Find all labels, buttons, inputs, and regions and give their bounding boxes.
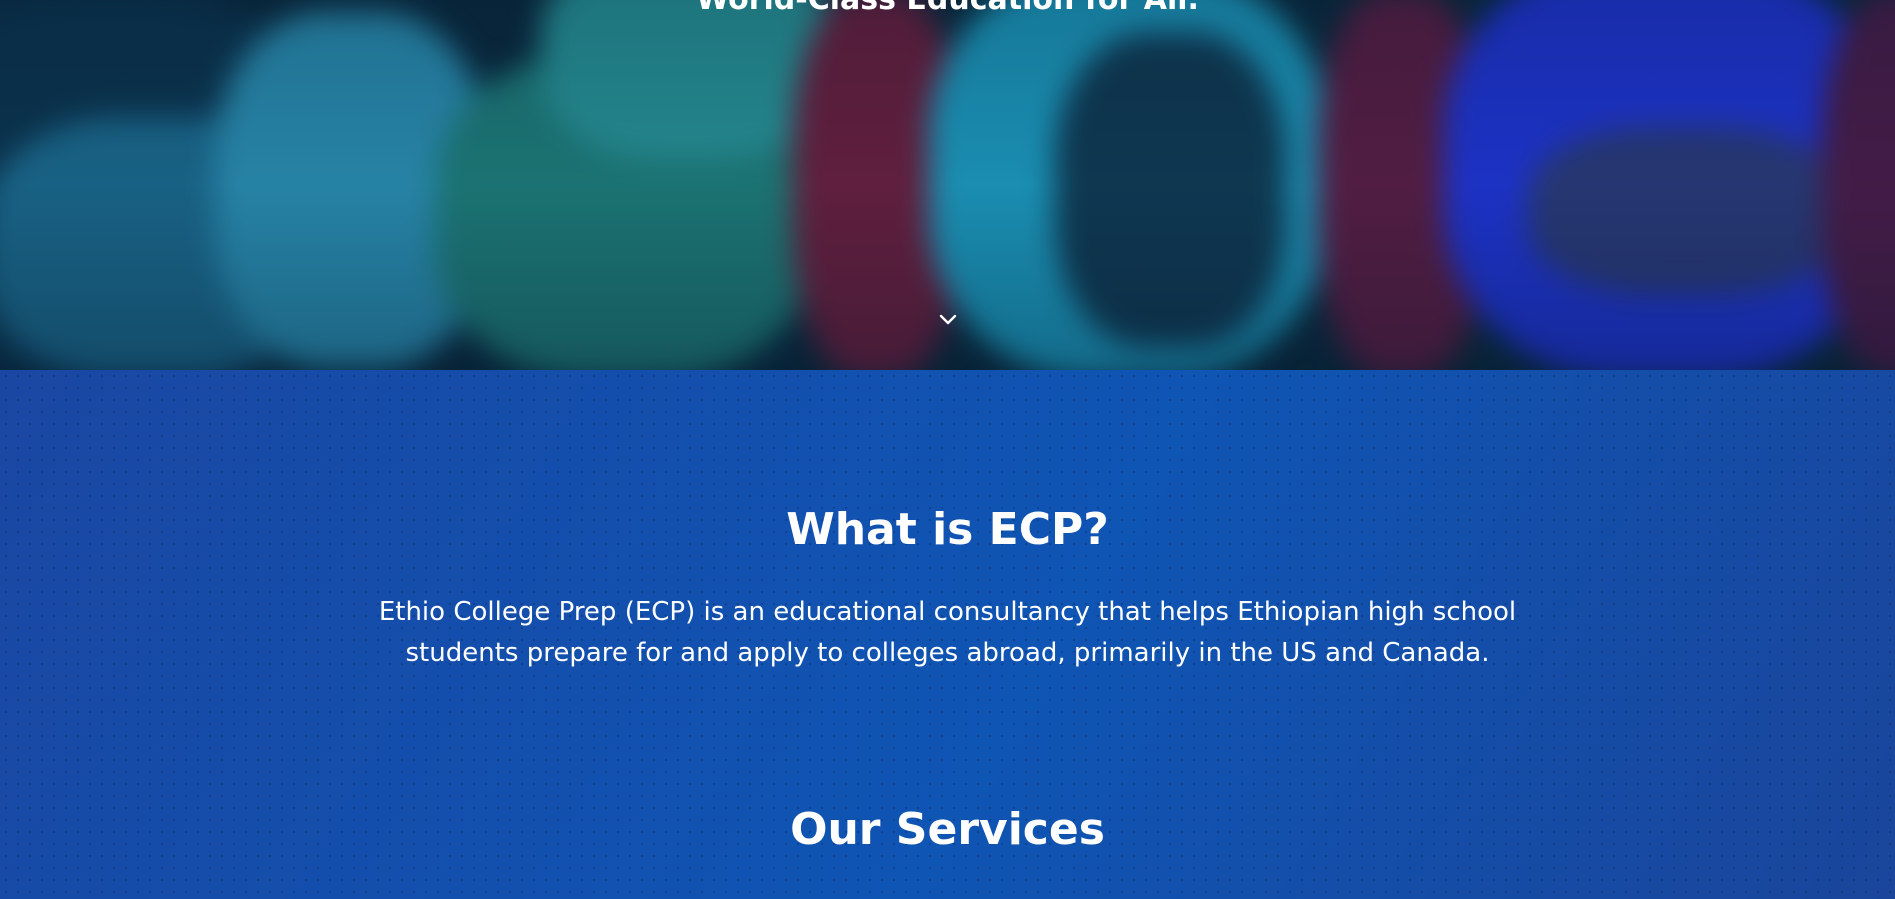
hero-banner: World-Class Education for All. — [0, 0, 1895, 370]
page: World-Class Education for All. What is E… — [0, 0, 1895, 899]
about-description: Ethio College Prep (ECP) is an education… — [378, 597, 1517, 668]
about-section: What is ECP? Ethio College Prep (ECP) is… — [0, 370, 1895, 899]
hero-tagline: World-Class Education for All. — [0, 0, 1895, 17]
services-title: Our Services — [790, 804, 1105, 855]
scroll-down-button[interactable] — [936, 308, 960, 332]
about-title: What is ECP? — [786, 504, 1109, 555]
chevron-down-icon — [939, 314, 957, 325]
